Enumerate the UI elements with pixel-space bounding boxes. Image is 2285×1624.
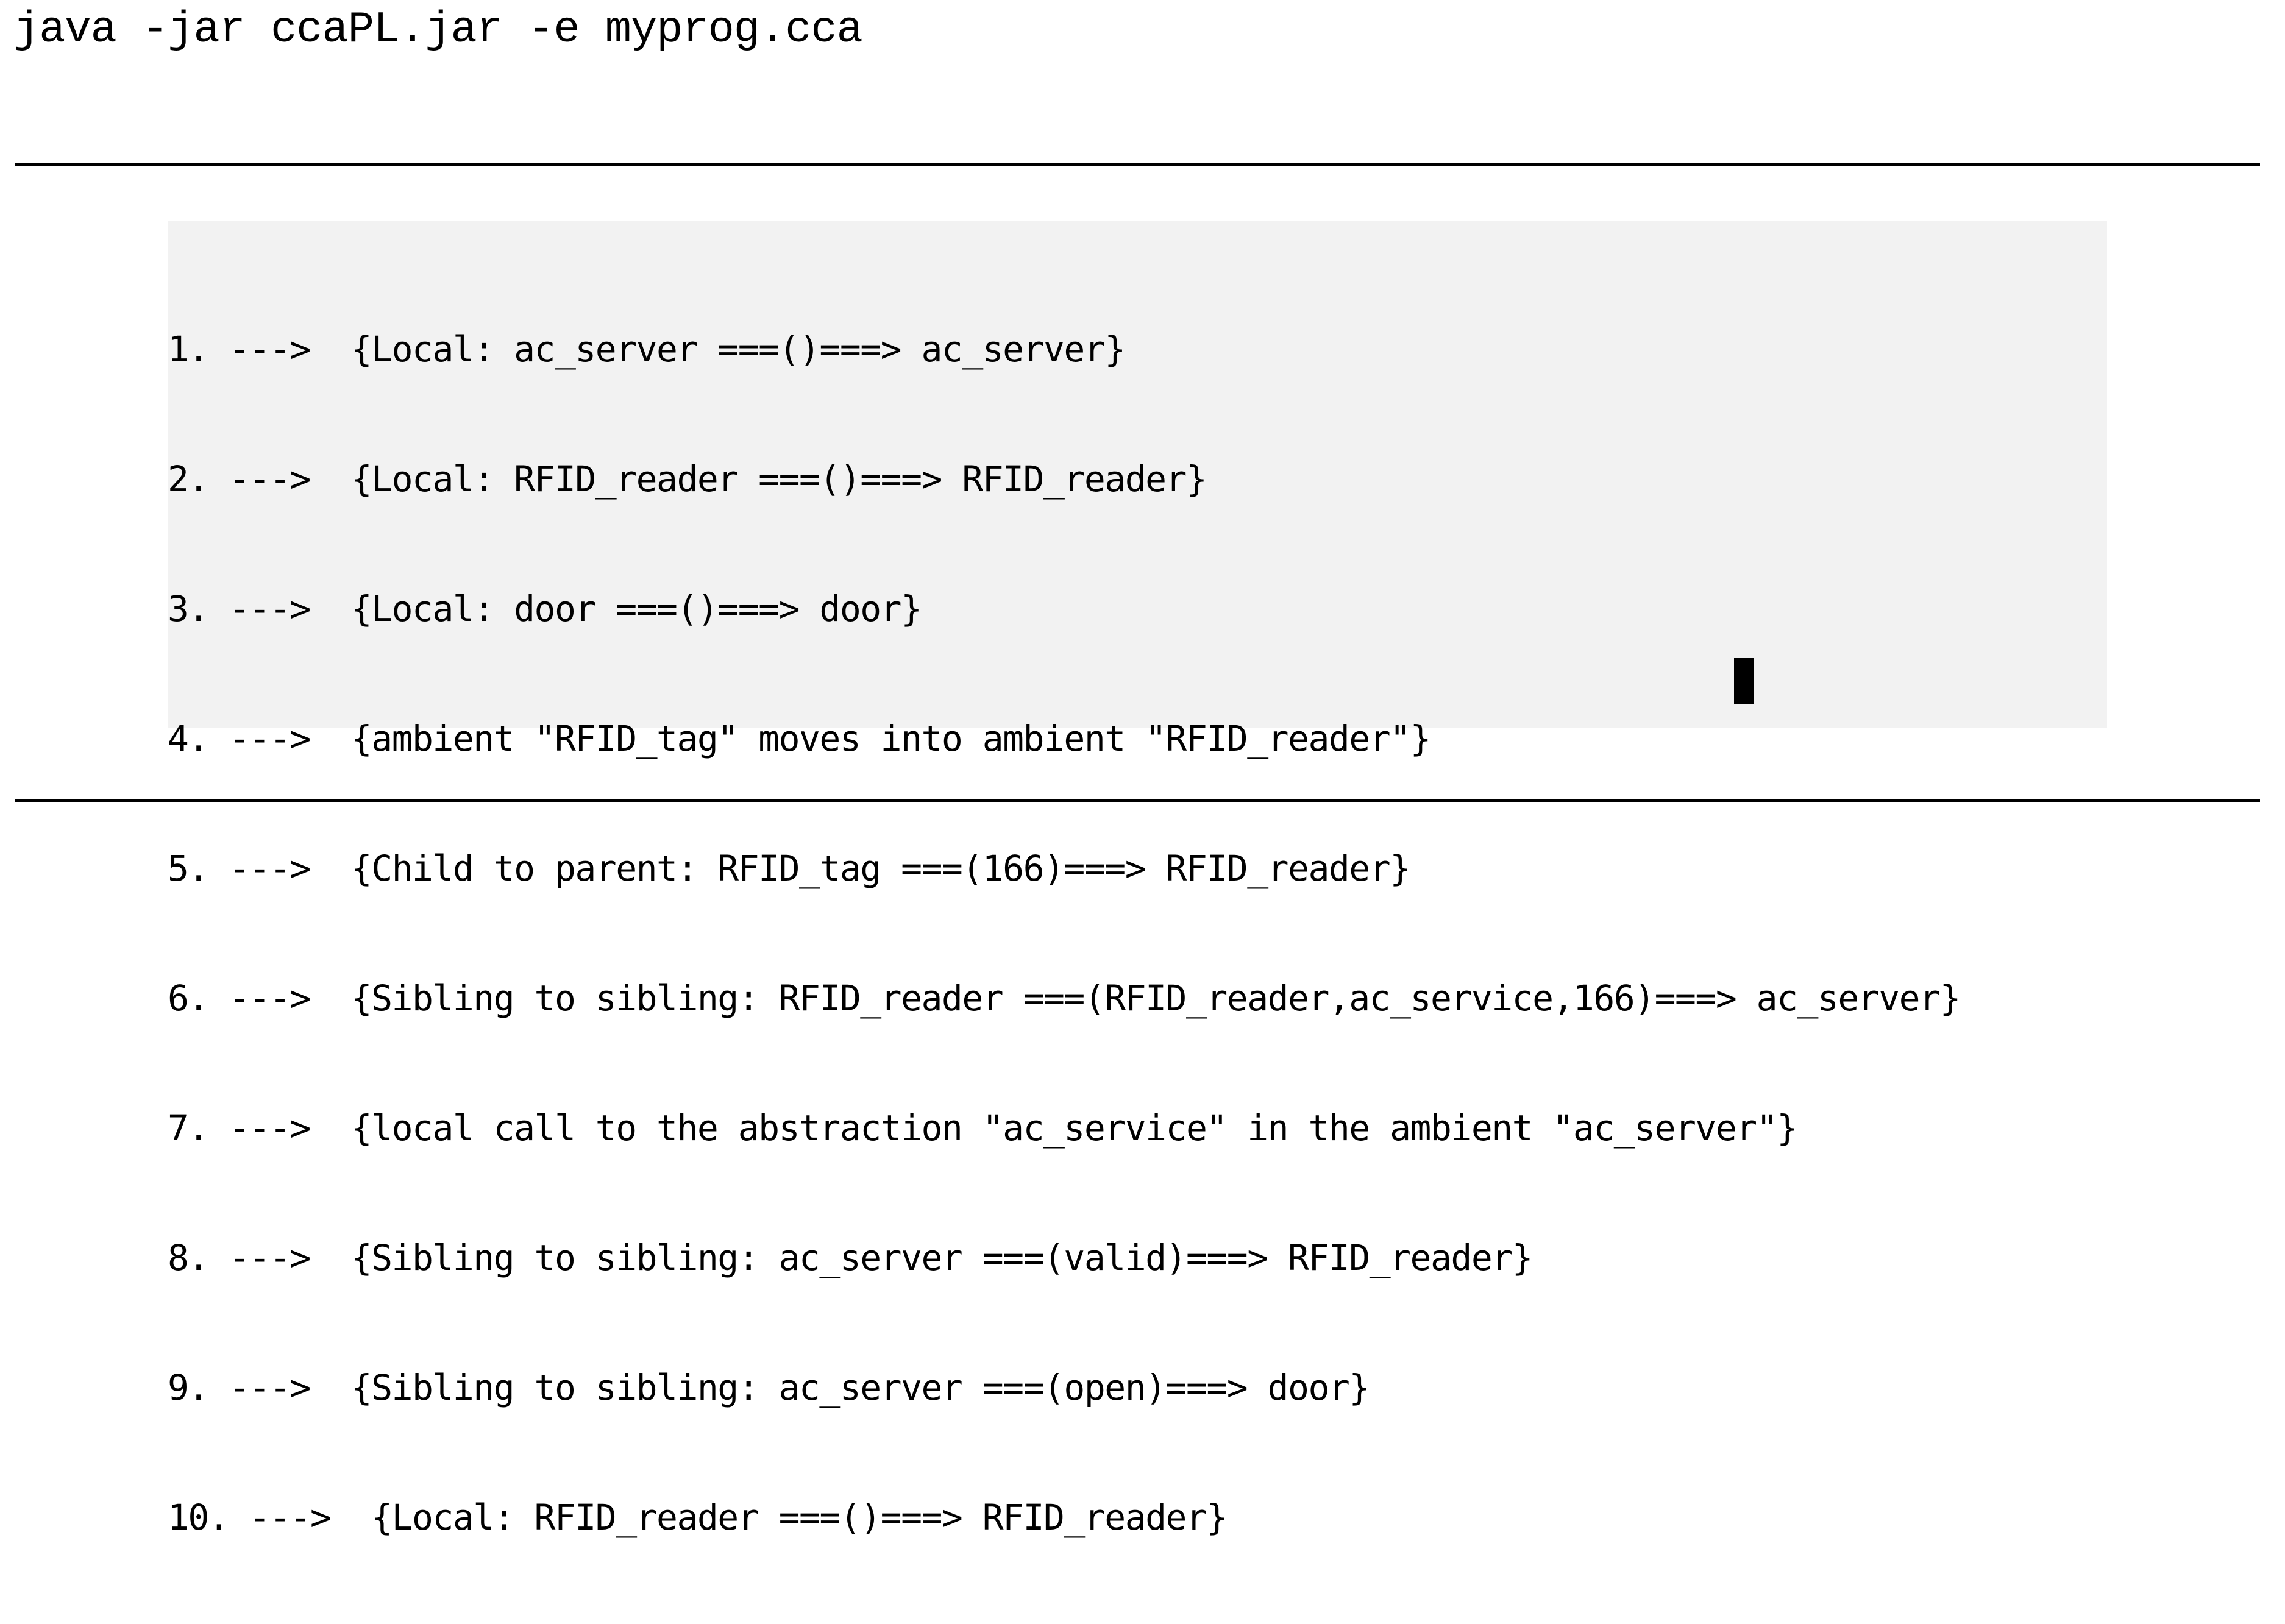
console-line: 10. ---> {Local: RFID_reader ===()===> R… <box>168 1497 1228 1538</box>
console-line: 7. ---> {local call to the abstraction "… <box>168 1107 1798 1149</box>
top-divider <box>15 163 2260 166</box>
console-line: 9. ---> {Sibling to sibling: ac_server =… <box>168 1367 1370 1408</box>
console-line: 3. ---> {Local: door ===()===> door} <box>168 588 922 629</box>
bottom-divider <box>15 799 2260 802</box>
console-line: 6. ---> {Sibling to sibling: RFID_reader… <box>168 977 1961 1019</box>
console-line: 5. ---> {Child to parent: RFID_tag ===(1… <box>168 848 1411 889</box>
text-cursor <box>1734 658 1754 704</box>
console-line: 4. ---> {ambient "RFID_tag" moves into a… <box>168 718 1431 759</box>
console-line: 1. ---> {Local: ac_server ===()===> ac_s… <box>168 328 1126 370</box>
console-output[interactable]: 1. ---> {Local: ac_server ===()===> ac_s… <box>168 221 2107 1538</box>
console-line: 8. ---> {Sibling to sibling: ac_server =… <box>168 1237 1533 1278</box>
console-lines: 1. ---> {Local: ac_server ===()===> ac_s… <box>168 243 1961 1624</box>
console-line: 2. ---> {Local: RFID_reader ===()===> RF… <box>168 458 1207 500</box>
command-line: java -jar ccaPL.jar -e myprog.cca <box>13 5 863 55</box>
